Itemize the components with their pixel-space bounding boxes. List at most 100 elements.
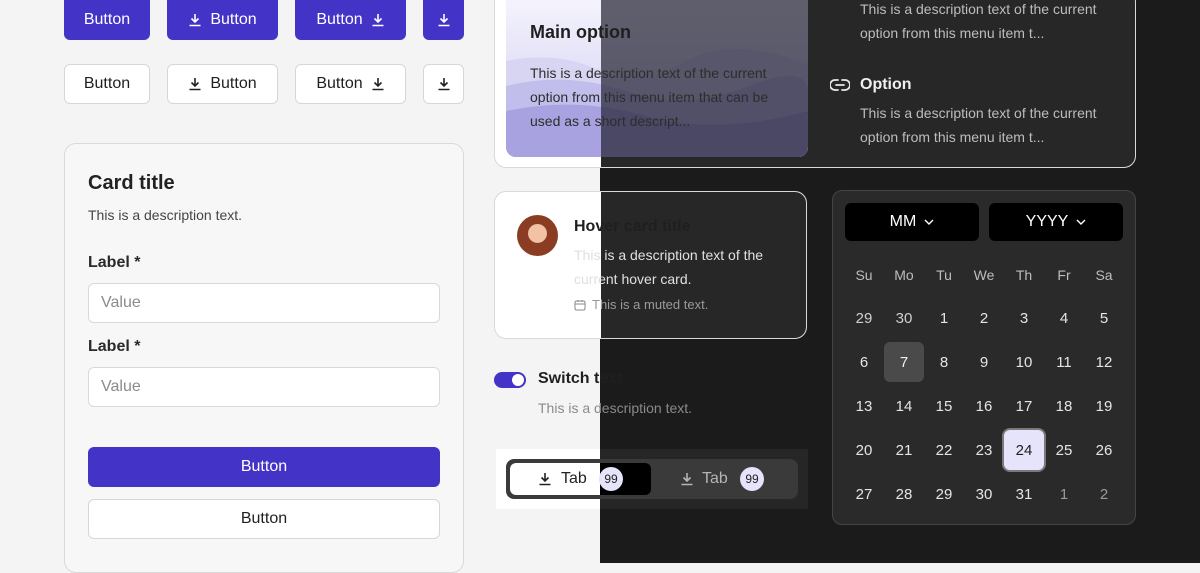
calendar-day[interactable]: 29: [844, 298, 884, 338]
switch-label-text: Switch text: [538, 370, 623, 387]
field-label: Label *: [88, 338, 141, 355]
button-label: Button: [316, 11, 363, 28]
calendar-day[interactable]: 23: [964, 430, 1004, 470]
calendar-day[interactable]: 3: [1004, 298, 1044, 338]
calendar-day[interactable]: 21: [884, 430, 924, 470]
hover-card-description: This is a description text of the curren…: [574, 247, 764, 287]
calendar-day[interactable]: 2: [1084, 474, 1124, 514]
input-placeholder: Value: [101, 294, 141, 311]
avatar: [517, 215, 558, 256]
calendar-day[interactable]: 2: [964, 298, 1004, 338]
calendar-day[interactable]: 1: [1044, 474, 1084, 514]
calendar-day[interactable]: 16: [964, 386, 1004, 426]
calendar-day[interactable]: 28: [884, 474, 924, 514]
outline-button[interactable]: Button: [64, 64, 150, 104]
button-label: Button: [210, 11, 257, 28]
calendar-day[interactable]: 24: [1004, 430, 1044, 470]
calendar-day[interactable]: 13: [844, 386, 884, 426]
weekday-label: Fr: [1057, 267, 1071, 283]
calendar-day[interactable]: 7: [884, 342, 924, 382]
outline-button-icon-left[interactable]: Button: [167, 64, 278, 104]
calendar-day[interactable]: 26: [1084, 430, 1124, 470]
navigation-menu: Main option This is a description text o…: [494, 0, 1136, 168]
calendar-day[interactable]: 20: [844, 430, 884, 470]
month-select[interactable]: MM: [845, 203, 979, 241]
calendar-day[interactable]: 1: [924, 298, 964, 338]
calendar-day[interactable]: 11: [1044, 342, 1084, 382]
outline-icon-button[interactable]: [423, 64, 464, 104]
weekday-label: We: [973, 267, 995, 283]
calendar-day[interactable]: 8: [924, 342, 964, 382]
calendar: MM YYYY Su Mo Tu We Th Fr Sa 29 30 1 2 3 4 5 6 7 8 9 10 11…: [832, 190, 1136, 525]
weekday-label: Th: [1015, 267, 1033, 283]
weekday-label: Sa: [1095, 267, 1113, 283]
calendar-day[interactable]: 15: [924, 386, 964, 426]
switch-description: This is a description text.: [538, 400, 693, 416]
form-card: Card title This is a description text. L…: [64, 143, 464, 573]
weekday-label: Tu: [936, 267, 952, 283]
tab-list: Tab 99 Tab 99: [506, 459, 798, 499]
calendar-day[interactable]: 30: [964, 474, 1004, 514]
primary-button-icon-left[interactable]: Button: [167, 0, 278, 40]
main-option-card[interactable]: Main option This is a description text o…: [506, 0, 808, 157]
option-description: This is a description text of the curren…: [860, 1, 1097, 41]
muted-text: This is a muted text.: [592, 297, 709, 312]
calendar-day[interactable]: 25: [1044, 430, 1084, 470]
tab-label: Tab: [561, 470, 587, 487]
main-option-description: This is a description text of the curren…: [530, 65, 769, 129]
primary-button-icon-right[interactable]: Button: [295, 0, 406, 40]
calendar-day[interactable]: 17: [1004, 386, 1044, 426]
calendar-day[interactable]: 14: [884, 386, 924, 426]
primary-button[interactable]: Button: [64, 0, 150, 40]
text-input[interactable]: Value: [88, 367, 440, 407]
primary-icon-button[interactable]: [423, 0, 464, 40]
main-option-title: Main option: [530, 22, 631, 42]
outline-button-icon-right[interactable]: Button: [295, 64, 406, 104]
calendar-day[interactable]: 12: [1084, 342, 1124, 382]
calendar-day[interactable]: 19: [1084, 386, 1124, 426]
calendar-day[interactable]: 22: [924, 430, 964, 470]
calendar-day[interactable]: 6: [844, 342, 884, 382]
button-label: Button: [83, 75, 131, 92]
button-label: Button: [240, 458, 288, 475]
download-icon: [681, 473, 693, 486]
toggle-switch[interactable]: [494, 372, 526, 388]
calendar-day[interactable]: 31: [1004, 474, 1044, 514]
calendar-day[interactable]: 4: [1044, 298, 1084, 338]
download-icon: [539, 473, 551, 486]
calendar-day[interactable]: 30: [884, 298, 924, 338]
calendar-day[interactable]: 27: [844, 474, 884, 514]
tab-badge: 99: [599, 467, 623, 491]
download-icon: [438, 78, 449, 91]
secondary-button[interactable]: Button: [88, 499, 440, 539]
calendar-day[interactable]: 9: [964, 342, 1004, 382]
calendar-day[interactable]: 5: [1084, 298, 1124, 338]
tabs-background: Tab 99 Tab 99: [496, 449, 808, 509]
card-description: This is a description text.: [88, 207, 243, 223]
field-label: Label *: [88, 254, 141, 271]
download-icon: [372, 14, 384, 27]
calendar-day[interactable]: 29: [924, 474, 964, 514]
calendar-day[interactable]: 18: [1044, 386, 1084, 426]
hover-card-muted: This is a muted text.: [574, 297, 708, 312]
tab-inactive[interactable]: Tab 99: [656, 463, 794, 495]
link-icon: [830, 79, 850, 91]
option-description: This is a description text of the curren…: [860, 105, 1097, 145]
hover-card: Hover card title This is a description t…: [494, 191, 807, 339]
chevron-down-icon: [924, 219, 934, 225]
hover-card-title: Hover card title: [574, 218, 691, 235]
tab-active[interactable]: Tab 99: [510, 463, 651, 495]
calendar-day[interactable]: 10: [1004, 342, 1044, 382]
download-icon: [189, 78, 201, 91]
calendar-icon: [574, 299, 586, 310]
switch-label: Switch text: [538, 370, 622, 388]
year-select-value: YYYY: [1025, 213, 1069, 230]
option-title: Option: [860, 76, 912, 93]
month-select-value: MM: [889, 213, 917, 230]
option-item[interactable]: Option: [830, 76, 912, 94]
text-input[interactable]: Value: [88, 283, 440, 323]
submit-button[interactable]: Button: [88, 447, 440, 487]
card-title: Card title: [88, 172, 175, 194]
button-label: Button: [316, 75, 363, 92]
year-select[interactable]: YYYY: [989, 203, 1123, 241]
